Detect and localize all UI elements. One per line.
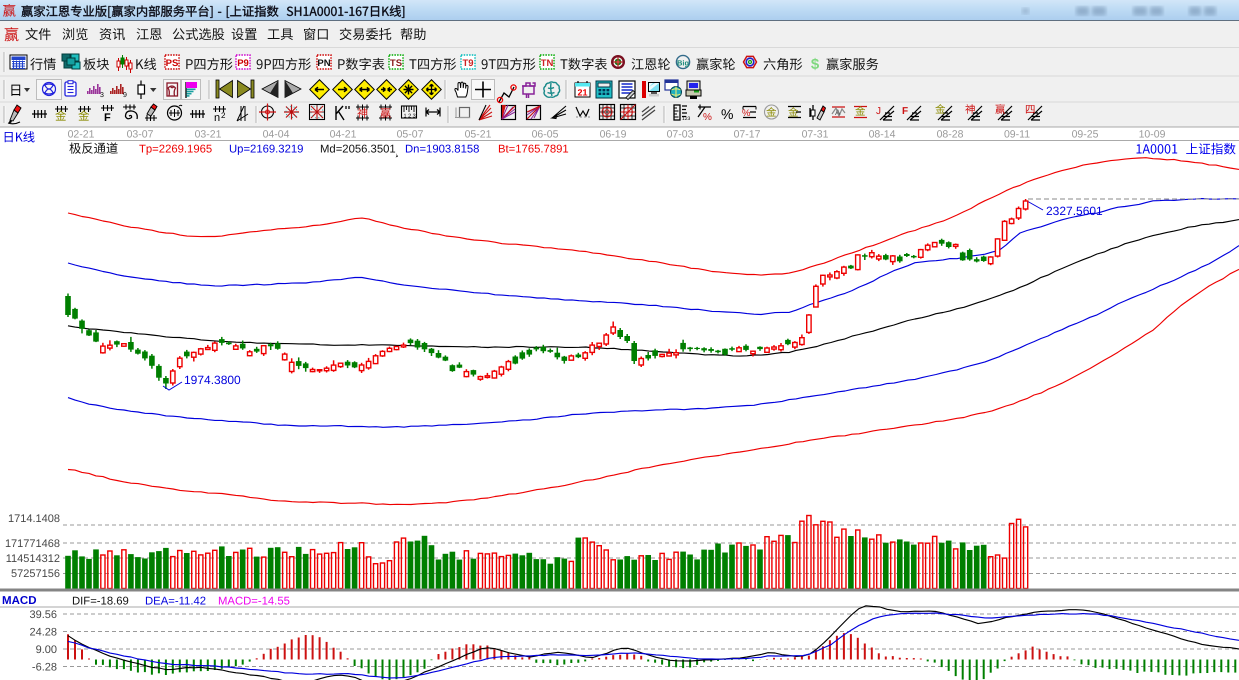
svg-text:PN: PN	[317, 58, 330, 69]
svg-text:-6.28: -6.28	[32, 662, 57, 674]
svg-text:09-11: 09-11	[1004, 129, 1030, 141]
svg-text:T9: T9	[462, 58, 473, 69]
svg-text:F: F	[104, 112, 111, 124]
svg-text:TS: TS	[390, 58, 402, 69]
svg-text:A: A	[835, 108, 841, 117]
svg-text:03-07: 03-07	[127, 129, 154, 141]
svg-text:9: 9	[123, 92, 127, 99]
svg-text:Up=2169.3219: Up=2169.3219	[229, 144, 303, 156]
svg-text:%: %	[703, 112, 712, 123]
svg-text:57257156: 57257156	[11, 568, 60, 580]
svg-text:TN: TN	[541, 58, 554, 69]
svg-text:114514312: 114514312	[6, 553, 60, 565]
svg-text:J: J	[876, 106, 881, 117]
svg-text:F: F	[902, 106, 908, 117]
svg-text:$: $	[811, 56, 820, 73]
svg-text:04-04: 04-04	[263, 129, 290, 141]
svg-text:08-14: 08-14	[869, 129, 896, 141]
svg-text:39.56: 39.56	[29, 609, 57, 621]
svg-text:24.28: 24.28	[29, 627, 57, 639]
svg-text:9.00: 9.00	[36, 644, 57, 656]
svg-text:06-05: 06-05	[532, 129, 559, 141]
svg-text:DIF=-18.69: DIF=-18.69	[72, 596, 129, 608]
svg-text:02-21: 02-21	[68, 129, 95, 141]
svg-text:P9: P9	[237, 58, 249, 69]
svg-text:03-21: 03-21	[195, 129, 222, 141]
svg-text:07-17: 07-17	[734, 129, 761, 141]
svg-text:MACD=-14.55: MACD=-14.55	[218, 596, 290, 608]
svg-text:DEA=-11.42: DEA=-11.42	[145, 596, 206, 608]
svg-text:MACD: MACD	[2, 595, 37, 607]
svg-text:3: 3	[100, 92, 104, 99]
svg-text:Md=2056.3501: Md=2056.3501	[320, 144, 396, 156]
svg-text:07-03: 07-03	[667, 129, 694, 141]
svg-text:%: %	[721, 106, 733, 122]
svg-text:Dn=1903.8158: Dn=1903.8158	[405, 144, 479, 156]
svg-text:09-25: 09-25	[1072, 129, 1099, 141]
svg-text:%: %	[742, 108, 751, 119]
svg-text:05-21: 05-21	[465, 129, 492, 141]
svg-text:07-31: 07-31	[802, 129, 829, 141]
svg-text:Big: Big	[677, 58, 690, 67]
svg-text:1 2 3: 1 2 3	[404, 114, 416, 120]
svg-text:171771468: 171771468	[5, 538, 60, 550]
svg-text:21: 21	[577, 88, 587, 98]
svg-text:1714.1408: 1714.1408	[8, 513, 60, 525]
svg-text:2327.5601: 2327.5601	[1046, 204, 1103, 218]
svg-text:05-07: 05-07	[397, 129, 424, 141]
svg-text:PS: PS	[166, 58, 179, 69]
svg-text:Bt=1765.7891: Bt=1765.7891	[498, 144, 569, 156]
svg-text:08-28: 08-28	[937, 129, 964, 141]
svg-text:06-19: 06-19	[600, 129, 627, 141]
svg-text:04-21: 04-21	[330, 129, 357, 141]
svg-text:10-09: 10-09	[1139, 129, 1166, 141]
svg-text:n: n	[214, 112, 220, 124]
svg-text:Tp=2269.1965: Tp=2269.1965	[139, 144, 212, 156]
svg-text:2: 2	[221, 111, 226, 120]
svg-text:123: 123	[682, 116, 691, 122]
svg-text:1974.3800: 1974.3800	[184, 373, 241, 387]
